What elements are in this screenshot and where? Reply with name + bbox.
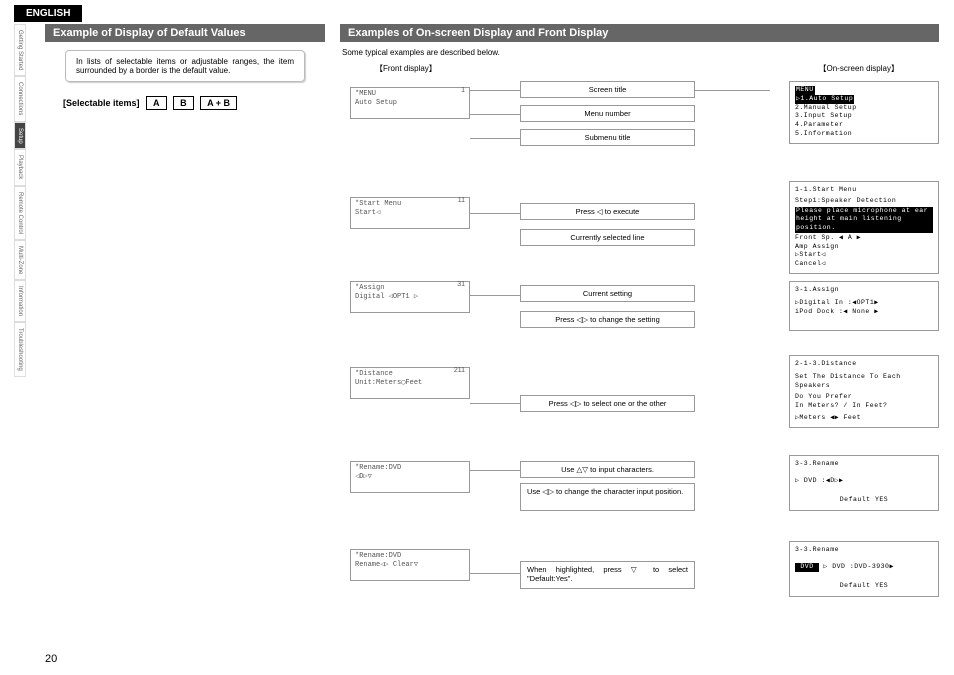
option-b: B <box>173 96 194 110</box>
nav-remote[interactable]: Remote Control <box>14 186 26 240</box>
osd-rename-1: 3-3.Rename ▷ DVD :◀D▷▶ Default YES <box>789 455 939 511</box>
front-box-assign: 31 *AssignDigital ◁OPT1 ▷ <box>350 281 470 313</box>
option-a-plus-b: A + B <box>200 96 237 110</box>
osd-assign: 3-1.Assign ▷Digital In :◀OPT1▶ iPod Dock… <box>789 281 939 331</box>
mid-screen-title: Screen title <box>520 81 695 98</box>
right-section-header: Examples of On-screen Display and Front … <box>340 24 939 42</box>
nav-connections[interactable]: Connections <box>14 76 26 121</box>
osd-distance: 2-1-3.Distance Set The Distance To Each … <box>789 355 939 428</box>
mid-selected-line: Currently selected line <box>520 229 695 246</box>
front-box-rename1: *Rename:DVD◁D▷▽ <box>350 461 470 493</box>
mid-change-setting: Press ◁▷ to change the setting <box>520 311 695 328</box>
display-diagram: 【Front display】 【On-screen display】 1 *M… <box>340 63 939 643</box>
front-display-label: 【Front display】 <box>375 63 437 74</box>
nav-playback[interactable]: Playback <box>14 149 26 185</box>
mid-default-yes: When highlighted, press ▽ to select "Def… <box>520 561 695 589</box>
default-value-note: In lists of selectable items or adjustab… <box>65 50 305 82</box>
nav-getting-started[interactable]: Getting Started <box>14 24 26 76</box>
selectable-label: [Selectable items] <box>63 98 140 108</box>
page-number: 20 <box>45 653 57 665</box>
mid-current-setting: Current setting <box>520 285 695 302</box>
osd-menu: MENU ▷1.Auto Setup 2.Manual Setup 3.Inpu… <box>789 81 939 144</box>
mid-menu-number: Menu number <box>520 105 695 122</box>
front-box-start: 11 *Start MenuStart◁ <box>350 197 470 229</box>
left-section-header: Example of Display of Default Values <box>45 24 325 42</box>
front-box-rename2: *Rename:DVDRename◁▷ Clear▽ <box>350 549 470 581</box>
front-box-menu: 1 *MENUAuto Setup <box>350 87 470 119</box>
option-a: A <box>146 96 167 110</box>
language-tab: ENGLISH <box>14 5 82 22</box>
mid-char-position: Use ◁▷ to change the character input pos… <box>520 483 695 511</box>
mid-input-chars: Use △▽ to input characters. <box>520 461 695 478</box>
osd-rename-2: 3-3.Rename DVD ▷ DVD :DVD-3930▶ Default … <box>789 541 939 597</box>
intro-text: Some typical examples are described belo… <box>342 48 939 57</box>
osd-start-menu: 1-1.Start Menu Step1:Speaker Detection P… <box>789 181 939 274</box>
side-navigation: Getting Started Connections Setup Playba… <box>14 24 32 474</box>
nav-multizone[interactable]: Multi-Zone <box>14 240 26 280</box>
osd-label: 【On-screen display】 <box>819 63 899 74</box>
selectable-items-row: [Selectable items] A B A + B <box>63 96 307 110</box>
nav-setup[interactable]: Setup <box>14 122 26 150</box>
mid-press-execute: Press ◁ to execute <box>520 203 695 220</box>
mid-select-either: Press ◁▷ to select one or the other <box>520 395 695 412</box>
nav-troubleshooting[interactable]: Troubleshooting <box>14 322 26 377</box>
page-content: Example of Display of Default Values In … <box>45 24 939 665</box>
front-box-distance: 211 *DistanceUnit:Meters◯Feet <box>350 367 470 399</box>
mid-submenu-title: Submenu title <box>520 129 695 146</box>
nav-information[interactable]: Information <box>14 280 26 322</box>
